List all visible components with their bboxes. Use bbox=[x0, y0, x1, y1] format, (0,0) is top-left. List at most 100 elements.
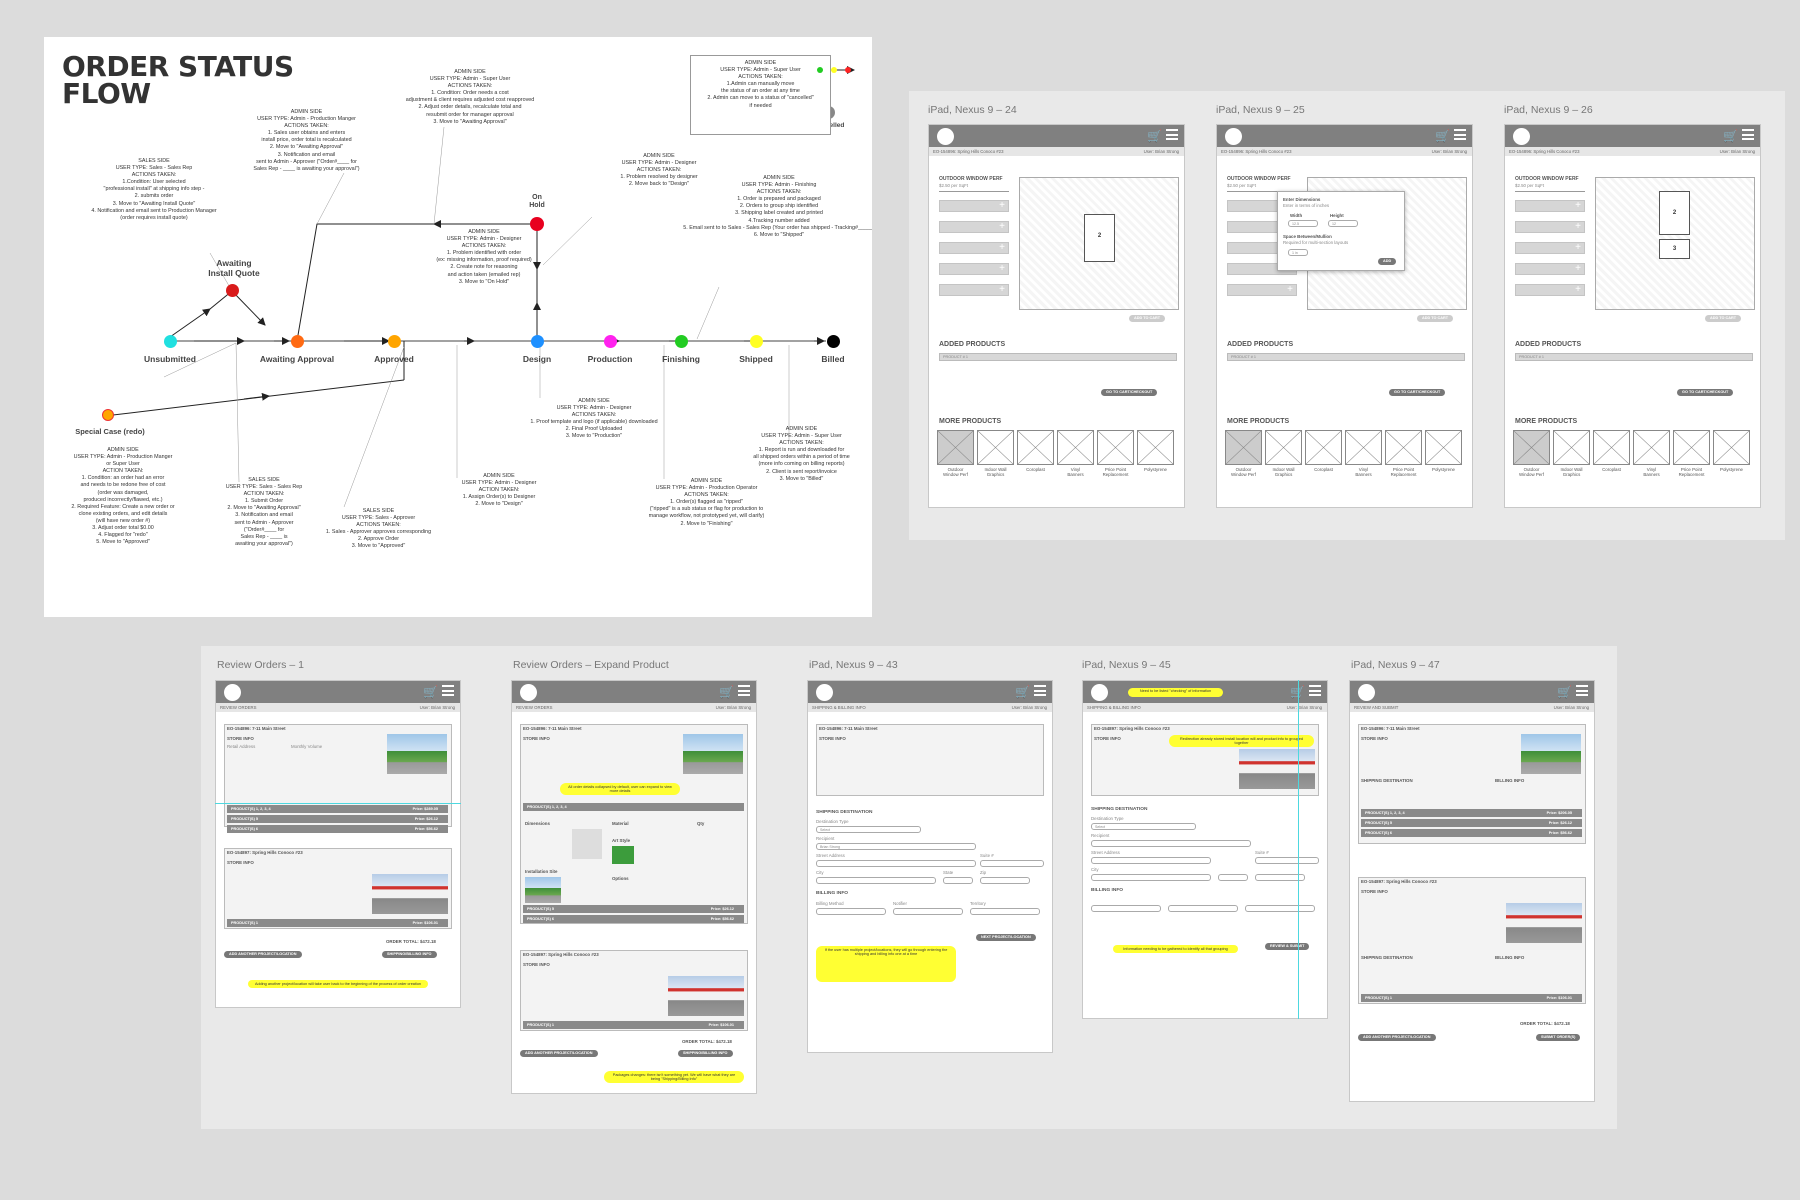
territory-select[interactable] bbox=[970, 908, 1040, 915]
product-tile[interactable] bbox=[977, 430, 1014, 465]
product-tile[interactable] bbox=[1385, 430, 1422, 465]
product-row[interactable]: PRODUCT(S) 6 Price: $56.62 bbox=[523, 915, 744, 923]
products-row[interactable]: PRODUCT(S) 1 Price: $106.01 bbox=[523, 1021, 744, 1029]
product-tile[interactable] bbox=[1305, 430, 1342, 465]
product-tile[interactable] bbox=[1057, 430, 1094, 465]
street-input[interactable] bbox=[816, 860, 976, 867]
product-row-dropdown[interactable]: PRODUCT # 1 bbox=[939, 353, 1177, 361]
suite-input[interactable] bbox=[980, 860, 1044, 867]
menu-icon[interactable] bbox=[1166, 129, 1178, 140]
suite-label: Suite # bbox=[980, 853, 994, 858]
add-to-cart-button[interactable]: ADD TO CART bbox=[1129, 315, 1166, 322]
product-tile[interactable] bbox=[1713, 430, 1750, 465]
add-another-button[interactable]: ADD ANOTHER PROJECT/LOCATION bbox=[1358, 1034, 1436, 1041]
go-to-cart-button[interactable]: GO TO CART/CHECKOUT bbox=[1677, 389, 1734, 396]
option-button[interactable] bbox=[939, 200, 1009, 212]
cart-icon[interactable]: 🛒 bbox=[1435, 129, 1450, 143]
product-row[interactable]: PRODUCT(S) 5 Price: $26.12 bbox=[1361, 819, 1582, 827]
product-row-dropdown[interactable]: PRODUCT # 1 bbox=[1227, 353, 1465, 361]
state-input[interactable] bbox=[943, 877, 973, 884]
canvas-panel[interactable]: 2 bbox=[1659, 191, 1690, 235]
menu-icon[interactable] bbox=[1576, 685, 1588, 696]
products-row-expanded[interactable]: PRODUCT(S) 1, 2, 3, 4 bbox=[523, 803, 744, 811]
menu-icon[interactable] bbox=[1309, 685, 1321, 696]
menu-icon[interactable] bbox=[1454, 129, 1466, 140]
destination-type-select[interactable]: Select bbox=[1091, 823, 1196, 830]
product-row-dropdown[interactable]: PRODUCT # 1 bbox=[1515, 353, 1753, 361]
next-project-button[interactable]: NEXT PROJECT/LOCATION bbox=[976, 934, 1036, 941]
product-tile[interactable] bbox=[937, 430, 974, 465]
cart-icon[interactable]: 🛒 bbox=[423, 685, 438, 699]
product-tile[interactable] bbox=[1513, 430, 1550, 465]
shipping-billing-button[interactable]: SHIPPING/BILLING INFO bbox=[678, 1050, 733, 1057]
product-tile[interactable] bbox=[1097, 430, 1134, 465]
cart-icon[interactable]: 🛒 bbox=[1723, 129, 1738, 143]
add-another-button[interactable]: ADD ANOTHER PROJECT/LOCATION bbox=[224, 951, 302, 958]
cart-icon[interactable]: 🛒 bbox=[1557, 685, 1572, 699]
product-tile[interactable] bbox=[1345, 430, 1382, 465]
width-input[interactable]: 12.5 bbox=[1288, 220, 1318, 227]
state-input[interactable] bbox=[1218, 874, 1248, 881]
product-row[interactable]: PRODUCT(S) 6 Price: $56.62 bbox=[227, 825, 448, 833]
add-to-cart-button[interactable]: ADD TO CART bbox=[1417, 315, 1454, 322]
billing-method-select[interactable] bbox=[816, 908, 886, 915]
product-tile[interactable] bbox=[1017, 430, 1054, 465]
menu-icon[interactable] bbox=[1742, 129, 1754, 140]
review-submit-button[interactable]: REVIEW & SUBMIT bbox=[1265, 943, 1310, 950]
cart-icon[interactable]: 🛒 bbox=[1015, 685, 1030, 699]
product-tile[interactable] bbox=[1425, 430, 1462, 465]
canvas-panel[interactable]: 2 bbox=[1084, 214, 1115, 262]
product-row[interactable]: PRODUCT(S) 5 Price: $26.12 bbox=[523, 905, 744, 913]
destination-type-select[interactable]: Select bbox=[816, 826, 921, 833]
option-button[interactable] bbox=[939, 284, 1009, 296]
product-tile[interactable] bbox=[1553, 430, 1590, 465]
height-input[interactable]: 12 bbox=[1328, 220, 1358, 227]
territory-select[interactable] bbox=[1245, 905, 1315, 912]
notifier-select[interactable] bbox=[1168, 905, 1238, 912]
product-row[interactable]: PRODUCT(S) 5 Price: $26.12 bbox=[227, 815, 448, 823]
city-input[interactable] bbox=[1091, 874, 1211, 881]
product-tile[interactable] bbox=[1593, 430, 1630, 465]
menu-icon[interactable] bbox=[1034, 685, 1046, 696]
option-button[interactable] bbox=[1515, 221, 1585, 233]
add-another-button[interactable]: ADD ANOTHER PROJECT/LOCATION bbox=[520, 1050, 598, 1057]
suite-input[interactable] bbox=[1255, 857, 1319, 864]
option-button[interactable] bbox=[1515, 200, 1585, 212]
option-button[interactable] bbox=[1515, 284, 1585, 296]
cart-icon[interactable]: 🛒 bbox=[719, 685, 734, 699]
add-to-cart-button[interactable]: ADD TO CART bbox=[1705, 315, 1742, 322]
space-input[interactable]: 1 in bbox=[1288, 249, 1308, 256]
menu-icon[interactable] bbox=[442, 685, 454, 696]
product-tile[interactable] bbox=[1225, 430, 1262, 465]
recipient-input[interactable]: Brian Strong bbox=[816, 843, 976, 850]
recipient-input[interactable] bbox=[1091, 840, 1251, 847]
product-tile[interactable] bbox=[1137, 430, 1174, 465]
option-button[interactable] bbox=[1227, 284, 1297, 296]
products-row[interactable]: PRODUCT(S) 1 Price: $106.01 bbox=[1361, 994, 1582, 1002]
street-input[interactable] bbox=[1091, 857, 1211, 864]
products-row[interactable]: PRODUCT(S) 1, 2, 3, 4 Price: $206.05 bbox=[1361, 809, 1582, 817]
option-button[interactable] bbox=[939, 221, 1009, 233]
products-row[interactable]: PRODUCT(S) 1, 2, 3, 4 Price: $289.05 bbox=[227, 805, 448, 813]
go-to-cart-button[interactable]: GO TO CART/CHECKOUT bbox=[1101, 389, 1158, 396]
billing-method-select[interactable] bbox=[1091, 905, 1161, 912]
go-to-cart-button[interactable]: GO TO CART/CHECKOUT bbox=[1389, 389, 1446, 396]
shipping-billing-button[interactable]: SHIPPING/BILLING INFO bbox=[382, 951, 437, 958]
option-button[interactable] bbox=[1515, 242, 1585, 254]
product-row[interactable]: PRODUCT(S) 6 Price: $56.62 bbox=[1361, 829, 1582, 837]
submit-orders-button[interactable]: SUBMIT ORDER(S) bbox=[1536, 1034, 1581, 1041]
popup-add-button[interactable]: ADD bbox=[1378, 258, 1397, 265]
notifier-select[interactable] bbox=[893, 908, 963, 915]
product-tile[interactable] bbox=[1633, 430, 1670, 465]
cart-icon[interactable]: 🛒 bbox=[1147, 129, 1162, 143]
product-tile[interactable] bbox=[1265, 430, 1302, 465]
menu-icon[interactable] bbox=[738, 685, 750, 696]
products-row[interactable]: PRODUCT(S) 1 Price: $106.01 bbox=[227, 919, 448, 927]
zip-input[interactable] bbox=[980, 877, 1030, 884]
canvas-panel[interactable]: 3 bbox=[1659, 239, 1690, 259]
option-button[interactable] bbox=[939, 242, 1009, 254]
option-button[interactable] bbox=[939, 263, 1009, 275]
city-input[interactable] bbox=[816, 877, 936, 884]
option-button[interactable] bbox=[1515, 263, 1585, 275]
product-tile[interactable] bbox=[1673, 430, 1710, 465]
